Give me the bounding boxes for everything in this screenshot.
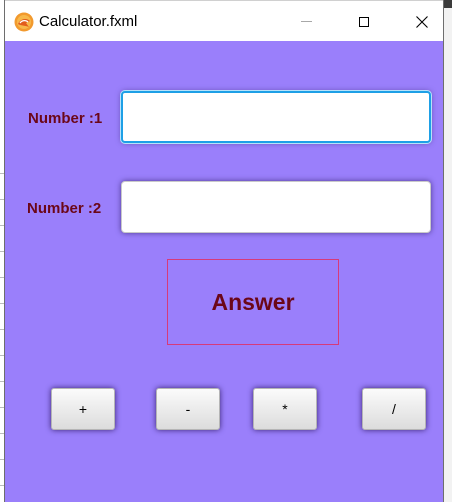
- add-button[interactable]: +: [51, 388, 115, 430]
- background-editor-right: [444, 0, 452, 502]
- subtract-button[interactable]: -: [156, 388, 220, 430]
- window-title: Calculator.fxml: [39, 13, 138, 30]
- calculator-window: Calculator.fxml Number :1 Number :2 Answ…: [4, 0, 444, 502]
- close-button[interactable]: [399, 1, 445, 42]
- minimize-button[interactable]: [283, 1, 329, 42]
- multiply-button[interactable]: *: [253, 388, 317, 430]
- javafx-icon: [14, 12, 34, 32]
- minimize-icon: [300, 21, 312, 22]
- answer-text: Answer: [211, 288, 295, 315]
- maximize-icon: [359, 16, 369, 27]
- maximize-button[interactable]: [341, 1, 387, 42]
- number1-label: Number :1: [28, 110, 103, 127]
- title-bar[interactable]: Calculator.fxml: [5, 0, 443, 41]
- number1-input[interactable]: [121, 91, 431, 143]
- number2-label: Number :2: [27, 200, 102, 217]
- divide-button[interactable]: /: [362, 388, 426, 430]
- close-icon: [416, 15, 428, 28]
- answer-display: Answer: [167, 259, 339, 345]
- number2-input[interactable]: [121, 181, 431, 233]
